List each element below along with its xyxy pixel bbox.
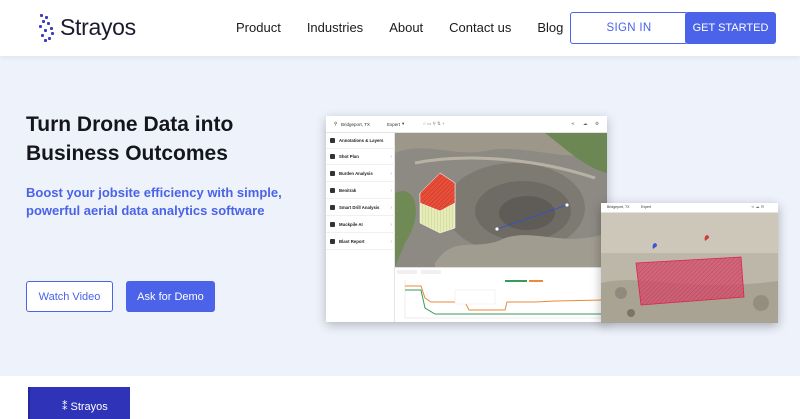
sidebar-item-blast-report[interactable]: Blast Report › (326, 234, 395, 250)
strayos-logo-icon: ⁑ (62, 401, 68, 413)
sidebar-item-annotations[interactable]: Annotations & Layers (326, 133, 395, 149)
burden-icon (330, 171, 335, 176)
profile-chart-panel (395, 267, 607, 322)
nav-link-industries[interactable]: Industries (307, 20, 363, 35)
shot-plan-icon (330, 154, 335, 159)
chevron-right-icon: › (390, 153, 392, 160)
app-mode: Expert (387, 122, 401, 127)
chevron-right-icon: › (390, 221, 392, 228)
aerial-quarry-image (395, 133, 607, 267)
sidebar-item-smart-drill[interactable]: Smart Drill Analysis › (326, 200, 395, 216)
share-icon: ⋖ (571, 121, 575, 126)
sidebar-item-label: Annotations & Layers (339, 138, 384, 143)
sidebar-item-benitrak[interactable]: Benitrak › (326, 183, 395, 199)
nav-link-contact[interactable]: Contact us (449, 20, 511, 35)
location-pin-icon: ⚲ (334, 121, 338, 126)
nav-links: Product Industries About Contact us Blog (236, 20, 589, 35)
sidebar-item-label: Burden Analysis (339, 171, 373, 176)
hero-subtitle-line1: Boost your jobsite efficiency with simpl… (26, 185, 282, 200)
cloud-icon: ☁ (583, 121, 588, 126)
toolbar-tools-icon: ○ ▭ ⚲ ⇅ + (423, 121, 445, 126)
sidebar-item-burden-analysis[interactable]: Burden Analysis › (326, 166, 395, 182)
nav-link-blog[interactable]: Blog (537, 20, 563, 35)
brand-logo[interactable]: Strayos (38, 12, 136, 42)
sidebar-item-muckpile[interactable]: Muckpile AI › (326, 217, 395, 233)
sidebar-item-label: Shot Plan (339, 154, 359, 159)
sidebar-item-shot-plan[interactable]: Shot Plan › (326, 149, 395, 165)
chevron-right-icon: › (390, 238, 392, 245)
app2-location: Bridgeport, TX (607, 205, 630, 209)
hero-title-line2: Business Outcomes (26, 142, 228, 165)
nav-link-about[interactable]: About (389, 20, 423, 35)
aerial-map-view-2[interactable] (601, 213, 778, 323)
sidebar-item-label: Muckpile AI (339, 222, 363, 227)
profile-line-chart (397, 270, 604, 319)
hero-title: Turn Drone Data into Business Outcomes (26, 110, 306, 168)
mode-chevron-icon: ▾ (402, 121, 405, 126)
app2-toolbar: Bridgeport, TX Expert ⋖ ☁ ⚙ (601, 203, 778, 213)
report-icon (330, 239, 335, 244)
sign-in-button[interactable]: SIGN IN (570, 12, 688, 44)
drill-icon (330, 205, 335, 210)
app-location: Bridgeport, TX (341, 122, 370, 127)
ask-for-demo-button[interactable]: Ask for Demo (126, 281, 215, 312)
app-toolbar: ⚲ Bridgeport, TX Expert ▾ ○ ▭ ⚲ ⇅ + ⋖ ☁ … (326, 116, 607, 133)
settings-icon: ⚙ (595, 121, 600, 126)
top-navbar: Strayos Product Industries About Contact… (0, 0, 800, 56)
chevron-right-icon: › (390, 187, 392, 194)
book-logo: ⁑ Strayos (62, 400, 108, 414)
layers-icon (330, 138, 335, 143)
benitrak-icon (330, 188, 335, 193)
chevron-right-icon: › (390, 170, 392, 177)
brand-name: Strayos (60, 13, 136, 40)
strayos-logo-icon (38, 12, 56, 42)
hero-title-line1: Turn Drone Data into (26, 113, 234, 136)
sidebar-item-label: Benitrak (339, 188, 357, 193)
app-screenshot-main: ⚲ Bridgeport, TX Expert ▾ ○ ▭ ⚲ ⇅ + ⋖ ☁ … (326, 116, 607, 322)
app-screenshot-secondary: Bridgeport, TX Expert ⋖ ☁ ⚙ (601, 203, 778, 323)
aerial-blast-pattern-image (601, 213, 778, 323)
app2-toolbar-icons: ⋖ ☁ ⚙ (751, 204, 765, 209)
sidebar-item-label: Smart Drill Analysis (339, 205, 380, 210)
nav-link-product[interactable]: Product (236, 20, 281, 35)
aerial-map-view[interactable] (395, 133, 607, 267)
hero-subtitle-line2: powerful aerial data analytics software (26, 203, 265, 218)
muckpile-icon (330, 222, 335, 227)
app2-mode: Expert (641, 205, 652, 209)
sidebar-item-label: Blast Report (339, 239, 365, 244)
watch-video-button[interactable]: Watch Video (26, 281, 113, 312)
get-started-button[interactable]: GET STARTED (685, 12, 776, 44)
book-brand: Strayos (70, 400, 108, 413)
app-sidebar: Annotations & Layers Shot Plan › Burden … (326, 133, 395, 322)
hero-subtitle: Boost your jobsite efficiency with simpl… (26, 184, 316, 220)
chevron-right-icon: › (390, 204, 392, 211)
